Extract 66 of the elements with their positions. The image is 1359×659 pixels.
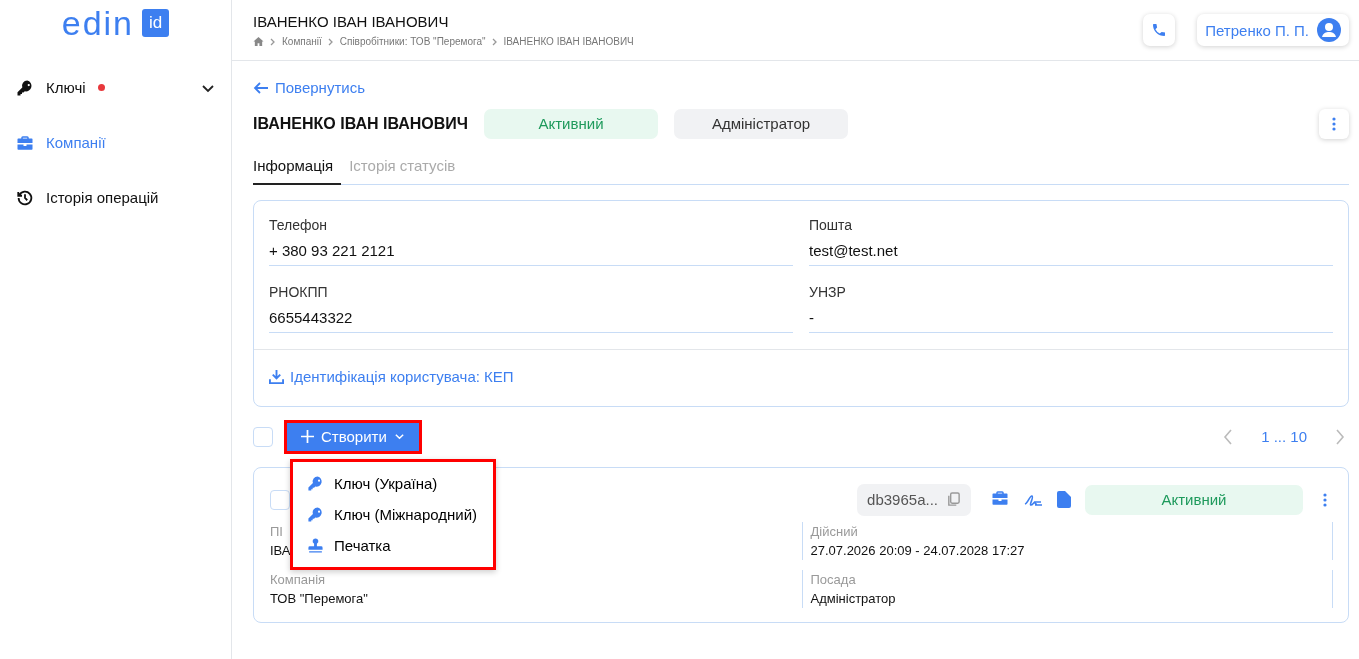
user-button[interactable]: Петренко П. П. [1197, 14, 1349, 46]
field-label: УНЗР [809, 283, 847, 300]
more-icon [1332, 116, 1336, 131]
phone-icon [1151, 22, 1168, 38]
phone-button[interactable] [1143, 14, 1176, 46]
field-label: Пошта [809, 216, 854, 233]
row-checkbox[interactable] [270, 489, 290, 510]
field-label: Компанія [270, 571, 326, 587]
key-icon [16, 78, 34, 97]
download-icon [269, 368, 284, 384]
field-label: Дійсний [810, 523, 858, 539]
menu-item[interactable]: Печатка [293, 529, 492, 561]
more-button[interactable] [1319, 108, 1349, 139]
person-name: ІВАНЕНКО ІВАН ІВАНОВИЧ [253, 114, 468, 133]
previous-page-icon[interactable] [1223, 428, 1234, 445]
plus-icon [301, 430, 314, 443]
logo-badge: id [142, 9, 170, 37]
select-all-checkbox[interactable] [253, 426, 273, 447]
back-link[interactable]: Повернутись [253, 79, 365, 96]
key-id-chip[interactable]: db3965a... [857, 483, 971, 516]
sidebar-item[interactable]: Ключі [0, 60, 231, 115]
status-badge: Активний [1085, 484, 1303, 515]
field-label: ПІ [270, 523, 283, 539]
create-button[interactable]: Створити [287, 422, 419, 451]
chevron-right-icon [491, 37, 498, 46]
arrow-left-icon [253, 80, 269, 95]
briefcase-icon [16, 133, 34, 152]
briefcase-icon [991, 488, 1009, 507]
sidebar-item[interactable]: Історія операцій [0, 170, 231, 225]
field-value: - [809, 299, 1333, 333]
pagination-label: 1 ... 10 [1261, 428, 1307, 445]
breadcrumb[interactable]: Компанії [282, 36, 322, 47]
logo-text: edin [61, 6, 134, 40]
role-badge: Адміністратор [674, 108, 848, 139]
chevron-right-icon [270, 37, 276, 46]
chevron-down-icon [393, 431, 405, 442]
field-value: ІВА [270, 542, 291, 558]
chevron-right-icon [327, 37, 334, 46]
key-icon [307, 474, 324, 492]
more-icon[interactable] [1323, 492, 1327, 507]
identification-link[interactable]: Ідентифікація користувача: КЕП [269, 367, 514, 385]
history-icon [16, 188, 34, 207]
field-value: test@test.net [809, 232, 1333, 266]
copy-icon[interactable] [946, 492, 961, 507]
field-label: Посада [810, 571, 856, 587]
field-value: + 380 93 221 2121 [269, 232, 793, 266]
breadcrumb[interactable]: Співробітники: ТОВ "Перемога" [339, 36, 486, 47]
field-value: 6655443322 [269, 299, 793, 333]
next-page-icon[interactable] [1335, 428, 1345, 445]
field-label: РНОКПП [269, 283, 329, 300]
stamp-icon [307, 536, 324, 554]
document-icon[interactable] [1057, 491, 1071, 508]
field-value: ТОВ "Перемога" [270, 590, 368, 606]
page-title: ІВАНЕНКО ІВАН ІВАНОВИЧ [253, 13, 450, 30]
field-label: Телефон [269, 216, 329, 233]
key-icon [307, 505, 324, 523]
breadcrumb[interactable]: ІВАНЕНКО ІВАН ІВАНОВИЧ [503, 36, 634, 47]
field-value: Адміністратор [810, 590, 896, 606]
sidebar-item[interactable]: Компанії [0, 115, 231, 170]
tab[interactable]: Інформація [253, 148, 342, 185]
field-value: 27.07.2026 20:09 - 24.07.2028 17:27 [810, 542, 1025, 558]
home-icon[interactable] [253, 36, 264, 47]
menu-item[interactable]: Ключ (Міжнародний) [293, 498, 492, 530]
status-badge: Активний [484, 108, 658, 139]
avatar-icon [1317, 18, 1341, 42]
menu-item[interactable]: Ключ (Україна) [293, 467, 492, 499]
